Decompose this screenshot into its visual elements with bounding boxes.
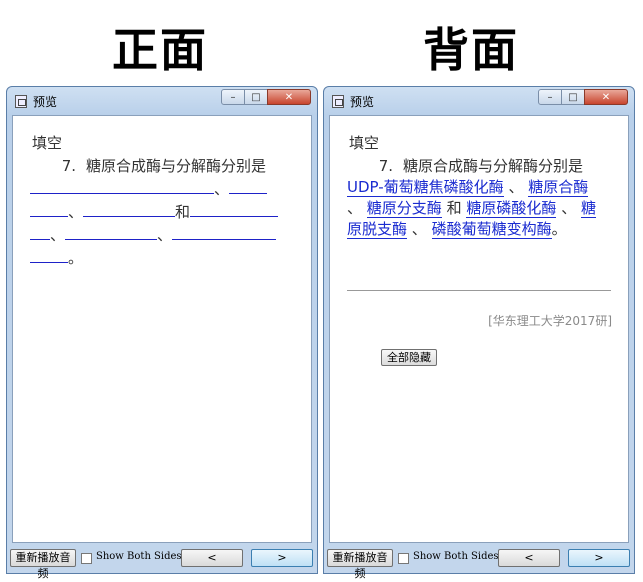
question-body: 糖原合成酶与分解酶分别是 [86,157,267,175]
question-text: 7. 糖原合成酶与分解酶分别是、、 和、、。 [30,156,282,269]
minimize-icon[interactable]: – [221,89,245,105]
blank-3 [83,200,176,217]
show-both-sides-label: Show Both Sides [413,551,499,562]
maximize-icon[interactable]: □ [244,89,268,105]
answer-1[interactable]: UDP-葡萄糖焦磷酸化酶 [347,178,504,197]
title-bar: 预览 – □ ✕ [324,87,634,115]
replay-audio-button[interactable]: 重新播放音频 [327,549,393,580]
hide-all-button[interactable]: 全部隐藏 [381,349,437,366]
card-content: 填空 7. 糖原合成酶与分解酶分别是、、 和、、。 [12,115,312,543]
question-text: 7. 糖原合成酶与分解酶分别是 UDP-葡萄糖焦磷酸化酶 、 糖原合酶 、 糖原分… [347,157,596,239]
blank-4-cont [30,223,50,240]
source-citation: [华东理工大学2017研] [488,314,612,328]
card-type-label: 填空 [32,134,63,152]
close-icon[interactable]: ✕ [267,89,311,105]
question-number: 7. [378,157,393,175]
answer-3[interactable]: 糖原分支酶 [366,199,442,218]
divider [347,290,611,291]
app-icon [332,95,344,108]
maximize-icon[interactable]: □ [561,89,585,105]
front-preview-window: 预览 – □ ✕ 填空 7. 糖原合成酶与分解酶分别是、、 和、、。 重新播放音频 … [6,86,318,580]
question-body: 糖原合成酶与分解酶分别是 [403,157,584,175]
front-heading: 正面 [112,23,208,77]
answer-2[interactable]: 糖原合酶 [528,178,589,197]
blank-5 [65,223,158,240]
bottom-bar: 重新播放音频 Show Both Sides < > [324,543,634,580]
replay-audio-button[interactable]: 重新播放音频 [10,549,76,580]
show-both-sides-checkbox[interactable] [81,553,92,564]
app-icon [15,95,27,108]
card-type-label: 填空 [349,134,380,152]
show-both-sides-label: Show Both Sides [96,551,182,562]
blank-2-cont [30,200,68,217]
prev-button[interactable]: < [498,549,560,567]
show-both-sides-checkbox[interactable] [398,553,409,564]
blank-1 [30,177,214,194]
next-button[interactable]: > [568,549,630,567]
question-number: 7. [61,157,76,175]
bottom-bar: 重新播放音频 Show Both Sides < > [7,543,317,580]
prev-button[interactable]: < [181,549,243,567]
title-bar: 预览 – □ ✕ [7,87,317,115]
window-title: 预览 [350,95,375,109]
blank-4 [190,200,279,217]
back-heading: 背面 [423,23,519,77]
close-icon[interactable]: ✕ [584,89,628,105]
minimize-icon[interactable]: – [538,89,562,105]
blank-6-cont [30,246,68,263]
blank-2 [229,177,268,194]
back-preview-window: 预览 – □ ✕ 填空 7. 糖原合成酶与分解酶分别是 UDP-葡萄糖焦磷酸化酶 … [323,86,635,580]
next-button[interactable]: > [251,549,313,567]
window-title: 预览 [33,95,58,109]
answer-4[interactable]: 糖原磷酸化酶 [466,199,557,218]
answer-6[interactable]: 磷酸葡萄糖变构酶 [431,220,552,239]
card-content: 填空 7. 糖原合成酶与分解酶分别是 UDP-葡萄糖焦磷酸化酶 、 糖原合酶 、 … [329,115,629,543]
blank-6 [172,223,277,240]
